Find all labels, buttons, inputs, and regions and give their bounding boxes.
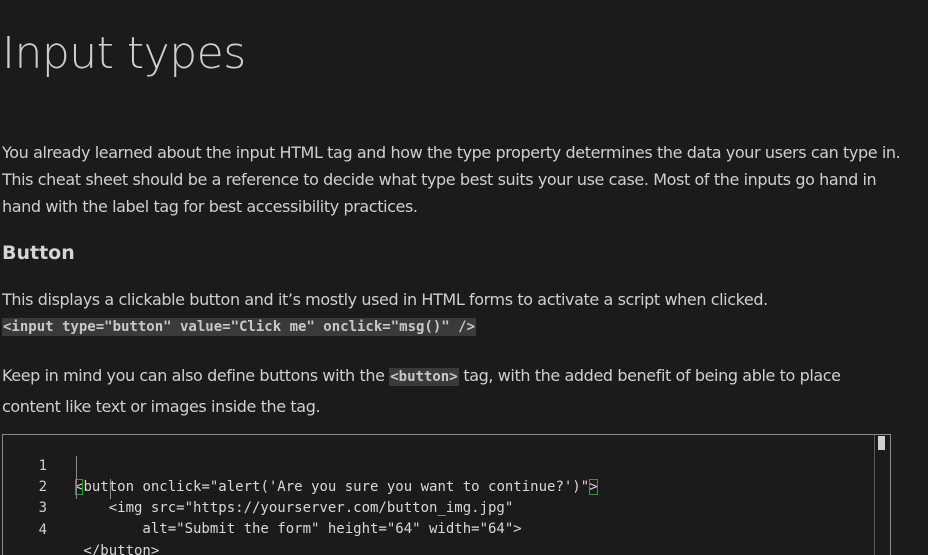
code-line: 2 <img src="https://yourserver.com/butto… (3, 456, 873, 516)
code-line: 3 alt="Submit the form" height="64" widt… (3, 477, 873, 537)
code-editor[interactable]: 1 <button onclick="alert('Are you sure y… (2, 434, 891, 555)
indent-guide (76, 456, 77, 499)
inline-code-input-button: <input type="button" value="Click me" on… (2, 318, 477, 336)
intro-paragraph: You already learned about the input HTML… (2, 143, 901, 216)
code-line: 4 </button> (3, 499, 873, 555)
button-tip: Keep in mind you can also define buttons… (2, 361, 902, 421)
scrollbar-thumb[interactable] (878, 436, 885, 450)
line-code[interactable]: </button> (75, 541, 159, 555)
line-number: 4 (38, 522, 47, 538)
section-heading-button: Button (2, 242, 75, 264)
button-tip-text-before: Keep in mind you can also define buttons… (2, 366, 390, 385)
line-code[interactable]: alt="Submit the form" height="64" width=… (75, 519, 521, 540)
indent-guide (110, 479, 111, 499)
page-title: Input types (2, 28, 246, 79)
button-description: This displays a clickable button and it’… (2, 287, 912, 340)
code-scrollbar[interactable] (874, 435, 887, 555)
inline-code-button-tag: <button> (389, 368, 459, 386)
button-description-text: This displays a clickable button and it’… (2, 290, 768, 309)
code-line: 1 <button onclick="alert('Are you sure y… (3, 435, 873, 495)
